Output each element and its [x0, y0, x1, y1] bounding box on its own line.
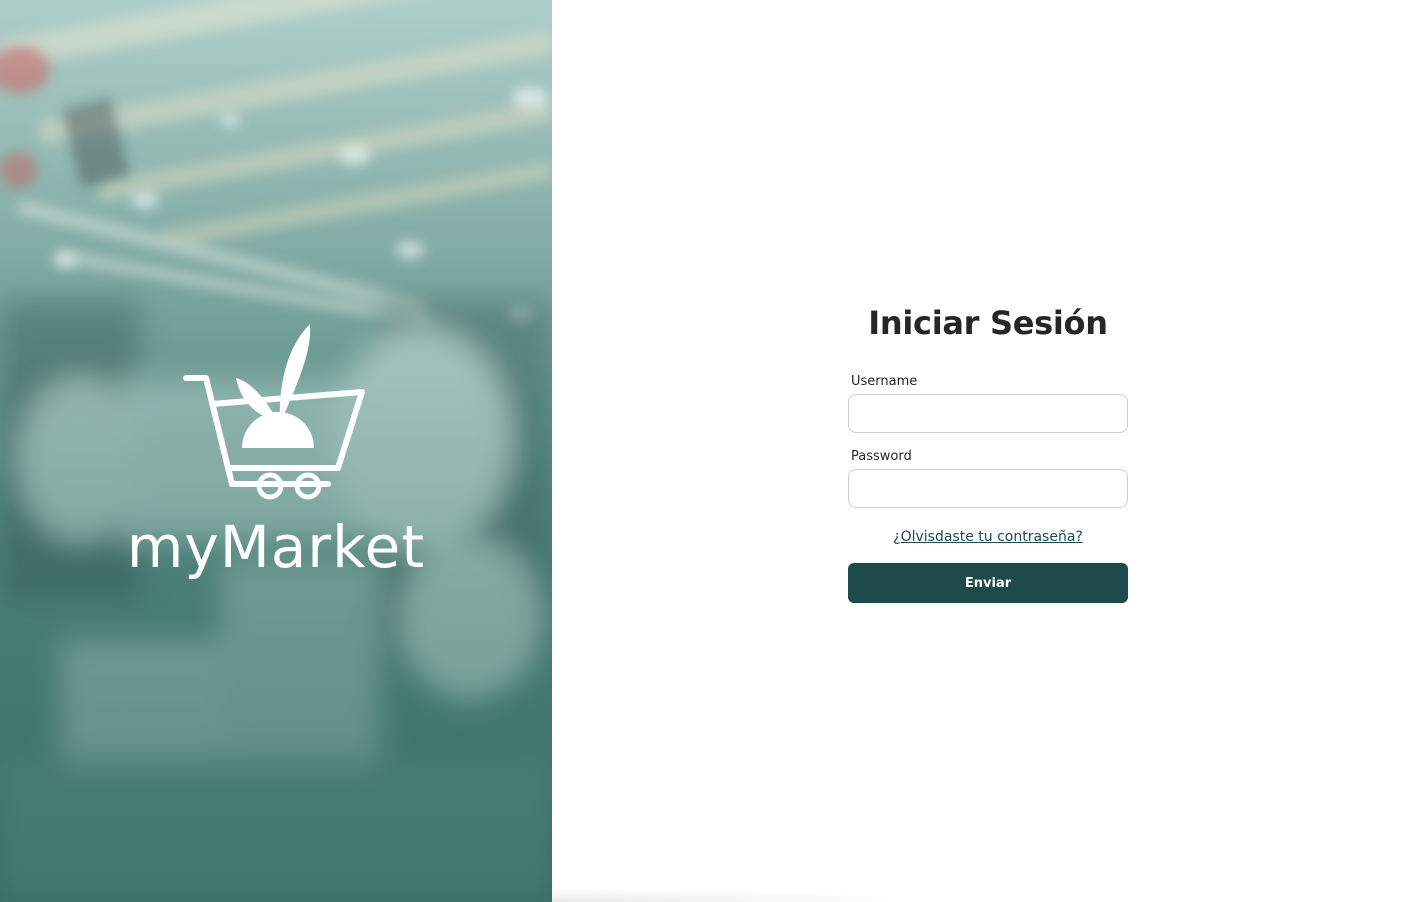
brand-name: myMarket — [126, 513, 426, 581]
hero-panel: myMarket — [0, 0, 552, 902]
brand-logo: myMarket — [0, 0, 552, 902]
bottom-shadow — [552, 888, 932, 902]
password-label: Password — [851, 449, 912, 464]
submit-button[interactable]: Enviar — [848, 563, 1128, 603]
login-panel: Iniciar Sesión Username Password ¿Olvisd… — [552, 0, 1422, 902]
forgot-password-link[interactable]: ¿Olvisdaste tu contraseña? — [848, 527, 1128, 547]
username-label: Username — [851, 374, 918, 389]
shopping-cart-leaf-icon — [183, 324, 365, 500]
page-title: Iniciar Sesión — [868, 304, 1108, 342]
login-page: myMarket Iniciar Sesión Username Passwor… — [0, 0, 1422, 902]
username-input[interactable] — [848, 394, 1128, 433]
login-form: Iniciar Sesión Username Password ¿Olvisd… — [848, 298, 1128, 603]
password-input[interactable] — [848, 469, 1128, 508]
